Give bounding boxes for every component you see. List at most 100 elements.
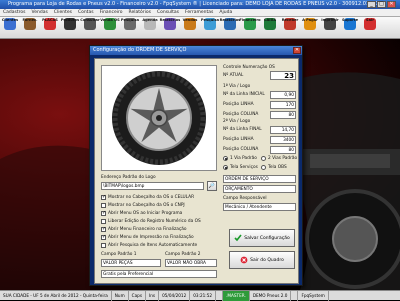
option-label: Abrir Menu OS ao Iniciar Programa xyxy=(108,211,183,216)
footer-field[interactable]: Gratis pela Preferencial xyxy=(101,270,217,278)
radio-1-via[interactable] xyxy=(223,156,228,161)
toolbar-button[interactable]: Imprimir xyxy=(320,17,340,39)
exit-button[interactable]: Sair do Quadro xyxy=(229,251,295,269)
dialog-close-button[interactable]: ✕ xyxy=(293,47,301,54)
natual-label: Nº ATUAL xyxy=(223,73,244,78)
toolbar-label: Pesquisa xyxy=(200,18,220,22)
option-checkbox[interactable] xyxy=(101,210,106,216)
menu-item[interactable]: Vendas xyxy=(28,9,50,16)
option-label: Mostrar no Cabeçalho da OS o CNPJ xyxy=(108,203,185,208)
status-cell: 05/04/2012 xyxy=(159,290,191,301)
logo-path-field[interactable]: \BITMAP\logos.bmp xyxy=(101,182,204,190)
toolbar: Clientes Fornec. PLACAS Produtos Consultar Ve… xyxy=(0,17,400,39)
close-button[interactable]: ✕ xyxy=(387,1,396,8)
responsavel-label: Campo Responsável xyxy=(223,196,267,201)
radio-tela-obs-label: Tela OBS xyxy=(268,165,287,170)
status-cell: DEMO Pneus 2.0 xyxy=(250,290,292,301)
toolbar-label: Vendas xyxy=(182,18,198,22)
radio-2-vias[interactable] xyxy=(261,156,266,161)
toolbar-label: Produtos xyxy=(60,18,80,22)
menu-item[interactable]: Ferramentas xyxy=(182,9,216,16)
via1-row-field[interactable]: 0,90 xyxy=(270,91,296,99)
menu-bar: Cadastros Vendas Clientes Contas Financeiro R… xyxy=(0,9,400,17)
dialog-title: Configuração do ORDEM DE SERVIÇO xyxy=(93,47,187,53)
menu-item[interactable]: Financeiro xyxy=(97,9,126,16)
padrao2-field[interactable]: VALOR MÃO OBRA xyxy=(165,259,217,267)
status-cell xyxy=(216,290,224,301)
exit-icon xyxy=(240,256,248,264)
toolbar-button[interactable]: Clientes xyxy=(0,17,20,39)
toolbar-button[interactable]: Consultar xyxy=(80,17,100,39)
responsavel-field[interactable]: Mecânico / Atendente xyxy=(223,203,296,211)
toolbar-label: Financeiro xyxy=(239,18,261,22)
toolbar-label: CAIXA xyxy=(263,18,277,22)
toolbar-button[interactable]: Produtos xyxy=(60,17,80,39)
minimize-button[interactable]: _ xyxy=(367,1,376,8)
menu-item[interactable]: Cadastros xyxy=(0,9,28,16)
maximize-button[interactable]: □ xyxy=(377,1,386,8)
via2-row-field[interactable]: 80 xyxy=(270,146,296,154)
option-checkbox[interactable] xyxy=(101,203,106,208)
option-checkbox[interactable] xyxy=(101,243,106,248)
wheel-logo-icon xyxy=(112,71,206,165)
toolbar-button[interactable]: Pesquisa xyxy=(120,17,140,39)
toolbar-label: Fornec. xyxy=(22,18,38,22)
radio-tela-servicos-label: Tela Serviços xyxy=(230,165,258,170)
padrao2-label: Campo Padrão 2 xyxy=(165,252,201,257)
toolbar-label: Relatórios xyxy=(219,18,241,22)
exit-label: Sair do Quadro xyxy=(250,257,284,263)
natual-field[interactable]: 23 xyxy=(270,71,296,80)
field-orcamento[interactable]: ORÇAMENTO xyxy=(223,185,296,193)
menu-item[interactable]: Consultas xyxy=(154,9,182,16)
menu-item[interactable]: Contas xyxy=(75,9,97,16)
os-config-dialog: Configuração do ORDEM DE SERVIÇO ✕ Contr… xyxy=(89,45,303,286)
option-checkbox[interactable] xyxy=(101,219,106,224)
via1-row-label: Nº da Linha INICIAL xyxy=(223,92,265,97)
toolbar-button[interactable]: Agenda xyxy=(140,17,160,39)
toolbar-button[interactable]: Relatórios xyxy=(220,17,240,39)
window-titlebar: Programa para Loja de Rodas e Pneus v2.0… xyxy=(0,0,400,9)
via1-row-field[interactable]: 170 xyxy=(270,101,296,109)
option-checkbox[interactable] xyxy=(101,194,106,200)
radio-tela-servicos[interactable] xyxy=(223,165,228,170)
via1-row-field[interactable]: 80 xyxy=(270,111,296,119)
padrao1-field[interactable]: VALOR PEÇAS xyxy=(101,259,161,267)
controle-label: Controle Numeração OS xyxy=(223,65,275,70)
status-cell: FpqSystem xyxy=(298,290,329,301)
via2-row-field[interactable]: 14,70 xyxy=(270,126,296,134)
save-config-button[interactable]: Salvar Configuração xyxy=(229,229,295,247)
toolbar-label: Relatórios xyxy=(159,18,181,22)
toolbar-label: Imprimir xyxy=(321,18,339,22)
toolbar-button[interactable]: Relatórios xyxy=(160,17,180,39)
option-label: Abrir Pesquisa de Itens Automaticamente xyxy=(108,243,198,248)
field-ordem-servico[interactable]: ORDEM DE SERVIÇO xyxy=(223,175,296,183)
menu-item[interactable]: Relatórios xyxy=(126,9,154,16)
option-label: Liberar Edição do Registro Numérico da O… xyxy=(108,219,201,224)
padrao1-label: Campo Padrão 1 xyxy=(101,252,137,257)
menu-item[interactable]: Ajuda xyxy=(216,9,235,16)
status-cell: SUA CIDADE - UF 5 de Abril de 2012 - Qui… xyxy=(0,290,112,301)
option-label: Abrir Menu Financeiro na Finalização xyxy=(108,227,187,232)
via1-label: 1ª Via / Logo xyxy=(223,84,251,89)
toolbar-button[interactable]: Venda OS xyxy=(100,17,120,39)
menu-item[interactable]: Clientes xyxy=(51,9,75,16)
toolbar-label: Agenda xyxy=(142,18,158,22)
toolbar-button[interactable]: Vendas xyxy=(180,17,200,39)
toolbar-label: PLACAS xyxy=(42,18,58,22)
toolbar-button[interactable]: Financeiro xyxy=(239,17,261,39)
toolbar-label: Sair xyxy=(365,18,375,22)
toolbar-button[interactable]: Fornec. xyxy=(20,17,40,39)
toolbar-button[interactable]: Sair xyxy=(360,17,380,39)
toolbar-label: Venda OS xyxy=(100,18,120,22)
browse-logo-button[interactable]: 🔎 xyxy=(207,181,217,191)
toolbar-button[interactable]: Suporte xyxy=(340,17,360,39)
option-checkbox[interactable] xyxy=(101,226,106,232)
via2-row-field[interactable]: 3400 xyxy=(270,136,296,144)
option-checkbox[interactable] xyxy=(101,234,106,240)
toolbar-button[interactable]: CAIXA xyxy=(260,17,280,39)
toolbar-button[interactable]: Receber xyxy=(280,17,300,39)
toolbar-button[interactable]: Pesquisa xyxy=(200,17,220,39)
toolbar-button[interactable]: A Pagar xyxy=(300,17,320,39)
toolbar-button[interactable]: PLACAS xyxy=(40,17,60,39)
radio-tela-obs[interactable] xyxy=(261,165,266,170)
